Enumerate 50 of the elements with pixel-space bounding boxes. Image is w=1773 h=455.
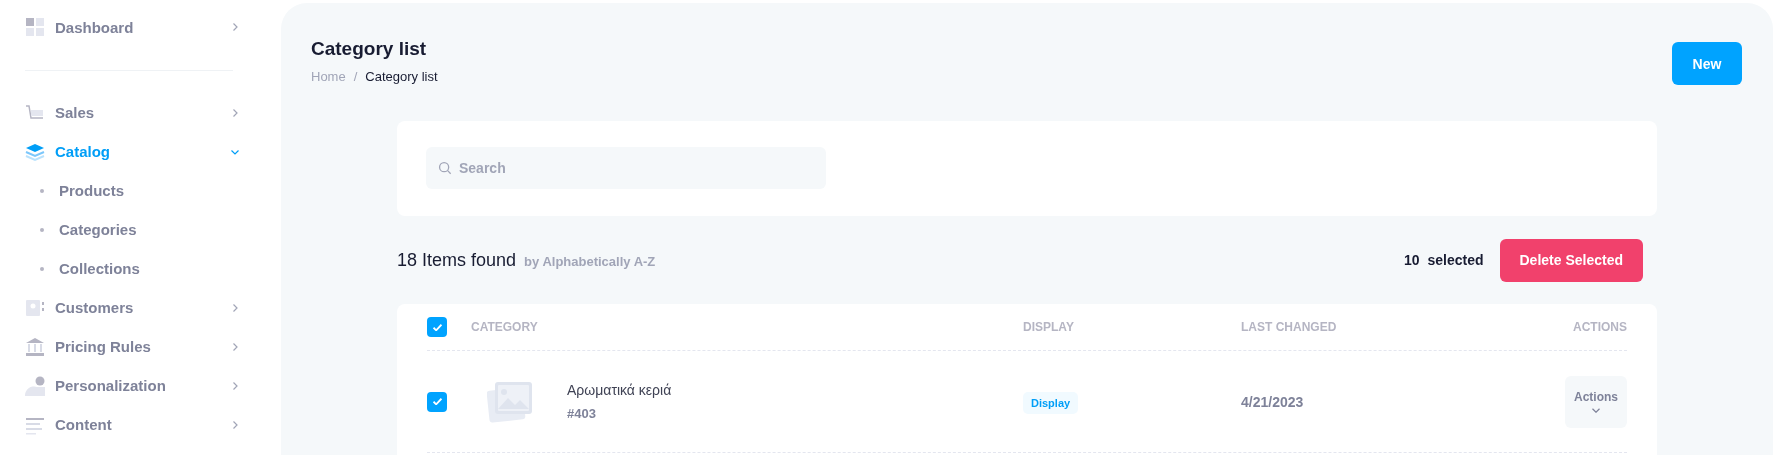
sidebar-item[interactable]: Dashboard [25, 8, 240, 46]
sidebar-item[interactable]: Pricing Rules [25, 327, 240, 366]
sidebar-item[interactable]: Catalog [25, 132, 240, 171]
selected-count: 10 [1403, 252, 1420, 268]
column-header: LAST CHANGED [1241, 320, 1338, 334]
sidebar-item[interactable]: Customers [25, 288, 240, 327]
sidebar-subitem[interactable]: Categories [25, 210, 281, 249]
sidebar-subitem[interactable]: Products [25, 171, 281, 210]
items-count: 18 Items found [397, 249, 517, 271]
layers-icon [25, 141, 45, 162]
search-field[interactable]: Search [426, 147, 826, 189]
column-header: CATEGORY [471, 320, 539, 334]
actions-dropdown-button[interactable]: Actions [1565, 375, 1627, 428]
delete-selected-button[interactable]: Delete Selected [1499, 238, 1643, 282]
breadcrumb-separator: / [353, 69, 358, 84]
bullet-icon [40, 188, 44, 193]
column-header: DISPLAY [1023, 320, 1075, 334]
chevron-down-icon [1592, 408, 1600, 413]
page-title: Category list [311, 38, 428, 60]
sort-label: by Alphabetically A-Z [524, 253, 656, 269]
breadcrumb-link[interactable]: Home [311, 69, 346, 84]
chevron-right-icon [230, 302, 240, 313]
contact-card-icon [25, 297, 45, 318]
row-checkbox[interactable] [427, 391, 447, 412]
last-changed-date: 4/21/2023 [1241, 393, 1305, 410]
sidebar-subitem[interactable]: Collections [25, 249, 281, 288]
chevron-right-icon [230, 419, 240, 430]
chevron-right-icon [230, 22, 240, 32]
bullet-icon [40, 266, 44, 271]
breadcrumb-current: Category list [365, 69, 438, 84]
chevron-right-icon [230, 107, 240, 118]
checkmark-icon [432, 398, 442, 405]
chevron-right-icon [230, 380, 240, 391]
image-placeholder-icon [487, 380, 533, 423]
bank-icon [25, 336, 45, 357]
column-header: ACTIONS [1572, 320, 1627, 334]
select-all-checkbox[interactable] [427, 317, 447, 337]
new-button[interactable]: New [1672, 42, 1742, 85]
display-badge: Display [1023, 391, 1079, 414]
checkmark-icon [432, 323, 442, 331]
category-id: #403 [567, 406, 597, 421]
selected-label: selected [1427, 252, 1484, 268]
sidebar-item[interactable]: Sales [25, 93, 240, 132]
search-icon [438, 161, 452, 175]
grid-icon [25, 17, 45, 37]
sidebar-item[interactable]: Content [25, 405, 240, 444]
sidebar-item[interactable]: Personalization [25, 366, 240, 405]
category-name[interactable]: Αρωματικά κεριά [567, 382, 672, 398]
chevron-right-icon [230, 341, 240, 352]
bullet-icon [40, 227, 44, 232]
